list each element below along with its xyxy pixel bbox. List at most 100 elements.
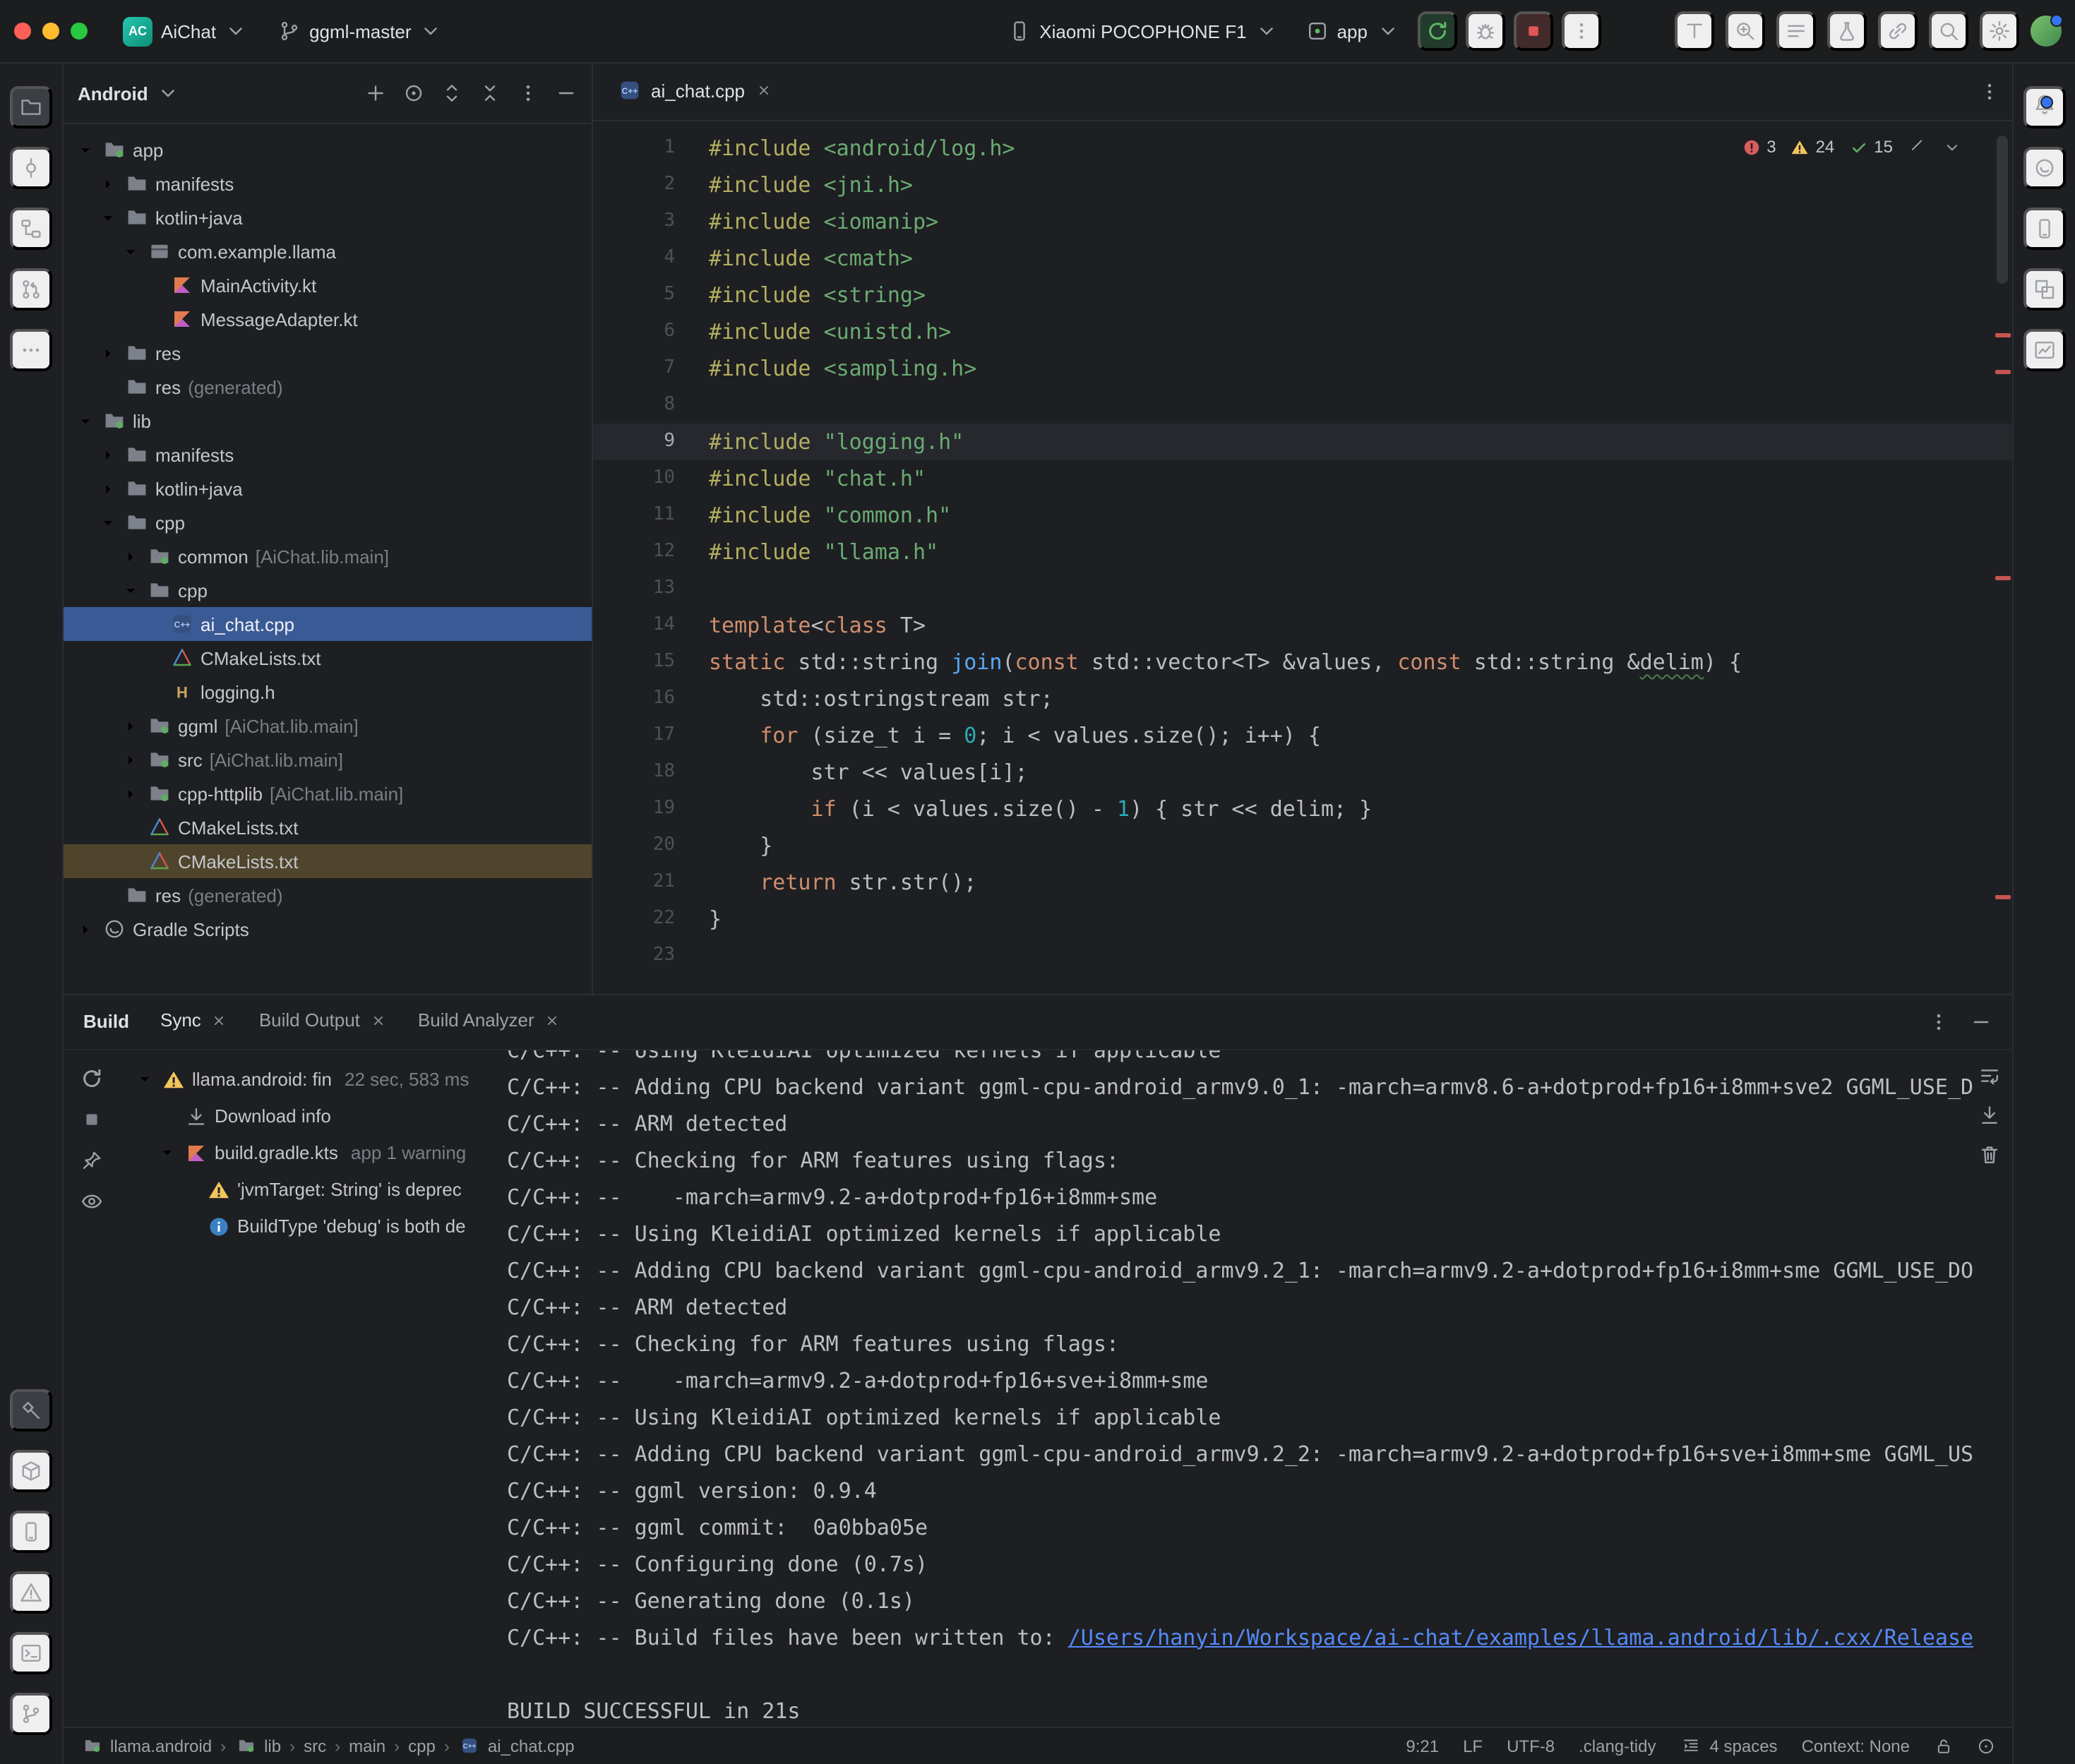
project-tree-item[interactable]: src[AiChat.lib.main]	[64, 743, 592, 776]
code-line[interactable]: 20 }	[593, 827, 2011, 864]
more-run-options-button[interactable]	[1561, 11, 1601, 51]
build-tab-build-analyzer[interactable]: Build Analyzer	[418, 993, 561, 1050]
line-number[interactable]: 1	[593, 130, 706, 167]
project-tree-item[interactable]: kotlin+java	[64, 200, 592, 234]
expander-icon[interactable]	[75, 410, 96, 431]
collapse-all-icon[interactable]	[479, 82, 501, 104]
locate-icon[interactable]	[402, 82, 425, 104]
build-tree-item[interactable]: build.gradle.ktsapp 1 warning	[120, 1134, 507, 1171]
close-tab-icon[interactable]	[211, 1012, 228, 1028]
project-tree-item[interactable]: lib	[64, 404, 592, 438]
expand-all-icon[interactable]	[441, 82, 463, 104]
app-insights-tool-button[interactable]	[2023, 329, 2065, 371]
debug-button[interactable]	[1465, 11, 1505, 51]
code-line[interactable]: 17 for (size_t i = 0; i < values.size();…	[593, 717, 2011, 754]
version-control-tool-button[interactable]	[10, 1692, 52, 1734]
project-selector[interactable]: AC AiChat	[113, 12, 257, 50]
project-tree-item[interactable]: Hlogging.h	[64, 675, 592, 709]
dependencies-tool-button[interactable]	[10, 1449, 52, 1492]
code-line[interactable]: 8	[593, 387, 2011, 424]
device-manager-tool-button[interactable]	[2023, 208, 2065, 250]
hide-build-panel-icon[interactable]	[1969, 1010, 1992, 1033]
expander-icon[interactable]	[120, 749, 141, 770]
clang-tidy-widget[interactable]: .clang-tidy	[1579, 1736, 1656, 1756]
breadcrumb-item[interactable]: llama.android	[80, 1734, 212, 1757]
expander-icon[interactable]	[120, 783, 141, 804]
layout-inspector-tool-button[interactable]	[2023, 268, 2065, 311]
project-tool-button[interactable]	[10, 86, 52, 128]
terminal-tool-button[interactable]	[10, 1631, 52, 1674]
code-line[interactable]: 10#include "chat.h"	[593, 460, 2011, 497]
code-line[interactable]: 9#include "logging.h"	[593, 424, 2011, 460]
line-number[interactable]: 14	[593, 607, 706, 644]
line-number[interactable]: 18	[593, 754, 706, 791]
project-tree-item[interactable]: cpp	[64, 505, 592, 539]
project-tree-item[interactable]: C++ai_chat.cpp	[64, 607, 592, 641]
rerun-sync-icon[interactable]	[80, 1067, 103, 1089]
tab-options-kebab-icon[interactable]	[1978, 80, 2000, 103]
code-line[interactable]: 3#include <iomanip>	[593, 203, 2011, 240]
project-tree-item[interactable]: Gradle Scripts	[64, 912, 592, 946]
code-line[interactable]: 12#include "llama.h"	[593, 534, 2011, 570]
code-editor[interactable]: 1#include <android/log.h>2#include <jni.…	[593, 121, 2011, 993]
project-tree-item[interactable]: cpp-httplib[AiChat.lib.main]	[64, 776, 592, 810]
project-tree-item[interactable]: MessageAdapter.kt	[64, 302, 592, 336]
line-number[interactable]: 8	[593, 387, 706, 424]
context-widget[interactable]: Context: None	[1802, 1736, 1910, 1756]
expander-icon[interactable]	[157, 1144, 178, 1162]
project-view-title[interactable]: Android	[78, 83, 148, 104]
code-line[interactable]: 13	[593, 570, 2011, 607]
text-tools-button[interactable]	[1674, 11, 1714, 51]
line-number[interactable]: 13	[593, 570, 706, 607]
code-line[interactable]: 14template<class T>	[593, 607, 2011, 644]
problems-tool-button[interactable]	[10, 1571, 52, 1613]
zoom-button[interactable]	[71, 23, 88, 40]
code-line[interactable]: 2#include <jni.h>	[593, 167, 2011, 203]
error-count[interactable]: 3	[1740, 136, 1776, 158]
hide-icon[interactable]	[555, 82, 578, 104]
gradle-tool-button[interactable]	[2023, 147, 2065, 189]
code-line[interactable]: 5#include <string>	[593, 277, 2011, 313]
line-number[interactable]: 16	[593, 680, 706, 717]
line-number[interactable]: 4	[593, 240, 706, 277]
soft-wrap-icon[interactable]	[1978, 1064, 2000, 1086]
expander-icon[interactable]	[97, 342, 119, 364]
close-button[interactable]	[14, 23, 31, 40]
more-tool-button[interactable]	[10, 329, 52, 371]
line-number[interactable]: 22	[593, 901, 706, 937]
build-tree-item[interactable]: llama.android: fin22 sec, 583 ms	[120, 1061, 507, 1098]
passed-count[interactable]: 15	[1847, 136, 1893, 158]
code-line[interactable]: 11#include "common.h"	[593, 497, 2011, 534]
device-selector[interactable]: Xiaomi POCOPHONE F1	[998, 16, 1287, 47]
cursor-position[interactable]: 9:21	[1406, 1736, 1439, 1756]
device-explorer-tool-button[interactable]	[10, 1510, 52, 1552]
settings-button[interactable]	[1979, 11, 2019, 51]
editor-tab[interactable]: C++ ai_chat.cpp	[604, 62, 786, 121]
line-number[interactable]: 7	[593, 350, 706, 387]
structure-tool-button[interactable]	[10, 208, 52, 250]
code-line[interactable]: 18 str << values[i];	[593, 754, 2011, 791]
expander-icon[interactable]	[120, 715, 141, 736]
code-line[interactable]: 19 if (i < values.size() - 1) { str << d…	[593, 791, 2011, 827]
project-tree-item[interactable]: manifests	[64, 167, 592, 200]
line-number[interactable]: 6	[593, 313, 706, 350]
profiler-button[interactable]	[1826, 11, 1866, 51]
project-tree-item[interactable]: res(generated)	[64, 370, 592, 404]
breadcrumb-item[interactable]: src	[304, 1736, 326, 1756]
close-tab-icon[interactable]	[544, 1012, 561, 1028]
project-tree-item[interactable]: common[AiChat.lib.main]	[64, 539, 592, 573]
breadcrumb-item[interactable]: C++ai_chat.cpp	[458, 1734, 575, 1757]
expander-icon[interactable]	[75, 139, 96, 160]
project-tree-item[interactable]: MainActivity.kt	[64, 268, 592, 302]
line-number[interactable]: 3	[593, 203, 706, 240]
expander-icon[interactable]	[75, 918, 96, 940]
line-number[interactable]: 9	[593, 424, 706, 460]
minimize-button[interactable]	[42, 23, 59, 40]
stop-button[interactable]	[1513, 11, 1553, 51]
options-icon[interactable]	[517, 82, 539, 104]
add-icon[interactable]	[364, 82, 387, 104]
project-tree-item[interactable]: cpp	[64, 573, 592, 607]
build-tab-build-output[interactable]: Build Output	[259, 993, 387, 1050]
scroll-to-end-icon[interactable]	[1978, 1103, 2000, 1126]
expander-icon[interactable]	[120, 546, 141, 567]
